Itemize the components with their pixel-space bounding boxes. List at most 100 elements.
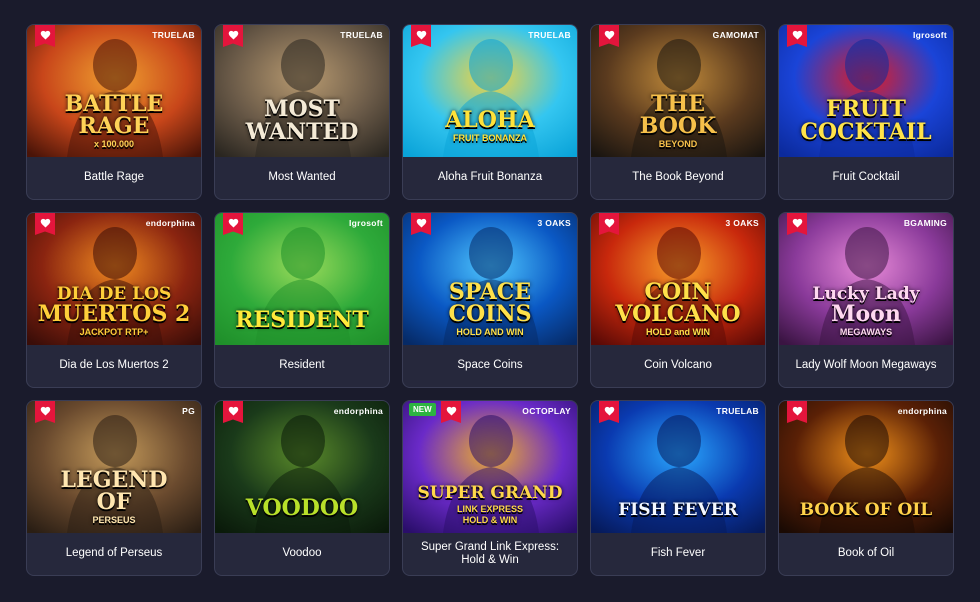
game-card[interactable]: MOST WANTED TRUELAB Most Wanted [214, 24, 390, 200]
game-title: Fruit Cocktail [832, 171, 900, 184]
game-title-area: Legend of Perseus [27, 533, 201, 575]
character-silhouette [281, 415, 325, 467]
character-silhouette [469, 227, 513, 279]
game-logo-line: VOLCANO [615, 301, 741, 328]
game-thumbnail[interactable]: FISH FEVER TRUELAB [591, 401, 765, 533]
game-thumbnail[interactable]: SUPER GRAND LINK EXPRESS HOLD & WIN OCTOPLA… [403, 401, 577, 533]
game-title-area: Most Wanted [215, 157, 389, 199]
game-logo-line: FRUIT BONANZA [453, 132, 527, 143]
game-title: Book of Oil [837, 547, 895, 560]
game-logo-line: LINK EXPRESS [456, 503, 523, 514]
game-title: Legend of Perseus [65, 547, 163, 560]
game-title: The Book Beyond [632, 171, 724, 184]
provider-logo: Igrosoft [348, 218, 383, 228]
game-logo: DIA DE LOS MUERTOS 2 JACKPOT RTP+ [27, 285, 201, 337]
game-title: Battle Rage [83, 171, 145, 184]
game-logo: FISH FEVER [591, 499, 765, 520]
game-title-area: Space Coins [403, 345, 577, 387]
game-card[interactable]: BATTLE RAGE x 100.000 TRUELAB Battle Rage [26, 24, 202, 200]
game-title-area: Fruit Cocktail [779, 157, 953, 199]
game-thumbnail[interactable]: LEGEND OF PERSEUS PG [27, 401, 201, 533]
character-silhouette [93, 39, 137, 91]
heart-icon [416, 218, 426, 228]
game-title-area: Fish Fever [591, 533, 765, 575]
heart-icon [40, 30, 50, 40]
character-silhouette [657, 39, 701, 91]
game-logo: VOODOO [215, 496, 389, 519]
heart-icon [228, 218, 238, 228]
game-logo-line: COCKTAIL [800, 118, 932, 145]
game-logo: Lucky Lady Moon MEGAWAYS [779, 285, 953, 337]
game-thumbnail[interactable]: RESIDENT Igrosoft [215, 213, 389, 345]
game-title-area: Voodoo [215, 533, 389, 575]
game-logo: LEGEND OF PERSEUS [27, 469, 201, 525]
game-logo-line: WANTED [245, 118, 359, 145]
character-silhouette [93, 227, 137, 279]
game-logo: BOOK OF OIL [779, 501, 953, 519]
character-silhouette [845, 227, 889, 279]
character-silhouette [657, 227, 701, 279]
game-logo-line: SUPER GRAND [417, 483, 563, 504]
game-thumbnail[interactable]: BOOK OF OIL endorphina [779, 401, 953, 533]
game-card[interactable]: COIN VOLCANO HOLD and WIN 3 OAKS Coin Volcan… [590, 212, 766, 388]
game-thumbnail[interactable]: FRUIT COCKTAIL Igrosoft [779, 25, 953, 157]
heart-icon [604, 406, 614, 416]
game-thumbnail[interactable]: Lucky Lady Moon MEGAWAYS BGAMING [779, 213, 953, 345]
game-card[interactable]: RESIDENT Igrosoft Resident [214, 212, 390, 388]
provider-logo: TRUELAB [528, 30, 571, 40]
heart-icon [40, 406, 50, 416]
game-thumbnail[interactable]: BATTLE RAGE x 100.000 TRUELAB [27, 25, 201, 157]
game-card[interactable]: Lucky Lady Moon MEGAWAYS BGAMING Lady Wolf M… [778, 212, 954, 388]
provider-logo: endorphina [333, 406, 383, 416]
game-title-area: Dia de Los Muertos 2 [27, 345, 201, 387]
game-card[interactable]: DIA DE LOS MUERTOS 2 JACKPOT RTP+ endorphin… [26, 212, 202, 388]
heart-icon [604, 218, 614, 228]
game-card[interactable]: BOOK OF OIL endorphina Book of Oil [778, 400, 954, 576]
game-logo-line: HOLD & WIN [462, 514, 518, 525]
game-card[interactable]: VOODOO endorphina Voodoo [214, 400, 390, 576]
game-logo-line: FISH FEVER [618, 499, 738, 520]
game-title-area: Aloha Fruit Bonanza [403, 157, 577, 199]
game-logo: SPACE COINS HOLD AND WIN [403, 281, 577, 337]
game-logo-line: BEYOND [658, 138, 698, 149]
heart-icon [604, 30, 614, 40]
game-thumbnail[interactable]: SPACE COINS HOLD AND WIN 3 OAKS [403, 213, 577, 345]
character-silhouette [845, 415, 889, 467]
provider-logo: 3 OAKS [537, 218, 571, 228]
character-silhouette [281, 227, 325, 279]
game-card[interactable]: LEGEND OF PERSEUS PG Legend of Perseus [26, 400, 202, 576]
game-card[interactable]: FRUIT COCKTAIL Igrosoft Fruit Cocktail [778, 24, 954, 200]
game-logo-line: FRUIT [826, 96, 906, 123]
game-title: Dia de Los Muertos 2 [59, 359, 169, 372]
provider-logo: endorphina [897, 406, 947, 416]
game-logo-line: Moon [831, 301, 901, 328]
game-thumbnail[interactable]: COIN VOLCANO HOLD and WIN 3 OAKS [591, 213, 765, 345]
game-title-area: Battle Rage [27, 157, 201, 199]
game-title: Resident [279, 359, 325, 372]
game-title-area: Resident [215, 345, 389, 387]
game-card[interactable]: FISH FEVER TRUELAB Fish Fever [590, 400, 766, 576]
game-card[interactable]: SUPER GRAND LINK EXPRESS HOLD & WIN OCTOPLA… [402, 400, 578, 576]
game-logo-line: BOOK [639, 113, 717, 140]
game-card[interactable]: ALOHA FRUIT BONANZA TRUELAB Aloha Fruit Bon… [402, 24, 578, 200]
game-title: Aloha Fruit Bonanza [437, 171, 543, 184]
heart-icon [792, 218, 802, 228]
character-silhouette [657, 415, 701, 467]
game-thumbnail[interactable]: VOODOO endorphina [215, 401, 389, 533]
game-logo-line: RAGE [78, 113, 150, 140]
game-thumbnail[interactable]: THE BOOK BEYOND GAMOMAT [591, 25, 765, 157]
character-silhouette [281, 39, 325, 91]
game-card[interactable]: THE BOOK BEYOND GAMOMAT The Book Beyond [590, 24, 766, 200]
game-card[interactable]: SPACE COINS HOLD AND WIN 3 OAKS Space Coins [402, 212, 578, 388]
game-thumbnail[interactable]: DIA DE LOS MUERTOS 2 JACKPOT RTP+ endorphin… [27, 213, 201, 345]
character-silhouette [469, 415, 513, 467]
game-logo-line: HOLD and WIN [646, 326, 710, 337]
game-title: Voodoo [282, 547, 322, 560]
game-thumbnail[interactable]: MOST WANTED TRUELAB [215, 25, 389, 157]
character-silhouette [845, 39, 889, 91]
heart-icon [792, 30, 802, 40]
game-logo: COIN VOLCANO HOLD and WIN [591, 281, 765, 337]
game-thumbnail[interactable]: ALOHA FRUIT BONANZA TRUELAB [403, 25, 577, 157]
game-logo-line: MUERTOS 2 [37, 301, 191, 328]
character-silhouette [469, 39, 513, 91]
